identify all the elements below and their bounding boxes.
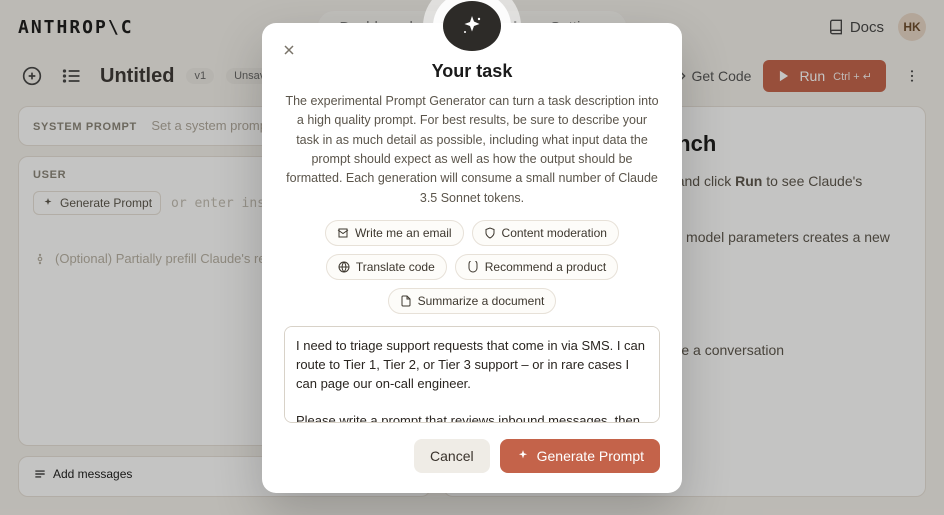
sparkle-icon [516,449,530,463]
suggestion-chip-content-moderation[interactable]: Content moderation [472,220,619,246]
suggestion-label: Recommend a product [485,260,606,274]
modal-overlay: Your task The experimental Prompt Genera… [0,0,944,515]
suggestion-label: Summarize a document [418,294,545,308]
suggestion-chips: Write me an email Content moderation Trans… [284,220,660,314]
suggestion-chip-recommend-product[interactable]: Recommend a product [455,254,618,280]
suggestion-chip-translate-code[interactable]: Translate code [326,254,447,280]
suggestion-icon [484,227,496,239]
close-icon [281,42,297,58]
suggestion-icon [338,261,350,273]
spark-badge [443,1,501,51]
suggestion-chip-write-email[interactable]: Write me an email [325,220,463,246]
generate-prompt-label: Generate Prompt [537,448,644,464]
close-modal-button[interactable] [276,37,302,63]
task-description-input[interactable] [284,326,660,423]
suggestion-label: Translate code [356,260,435,274]
sparkle-icon [460,14,484,38]
prompt-generator-modal: Your task The experimental Prompt Genera… [262,23,682,493]
suggestion-label: Content moderation [502,226,607,240]
suggestion-icon [337,227,349,239]
suggestion-icon [467,261,479,273]
suggestion-label: Write me an email [355,226,451,240]
generate-prompt-button[interactable]: Generate Prompt [500,439,660,473]
cancel-button[interactable]: Cancel [414,439,490,473]
suggestion-chip-summarize-document[interactable]: Summarize a document [388,288,557,314]
modal-description: The experimental Prompt Generator can tu… [284,92,660,208]
suggestion-icon [400,295,412,307]
modal-title: Your task [284,61,660,82]
